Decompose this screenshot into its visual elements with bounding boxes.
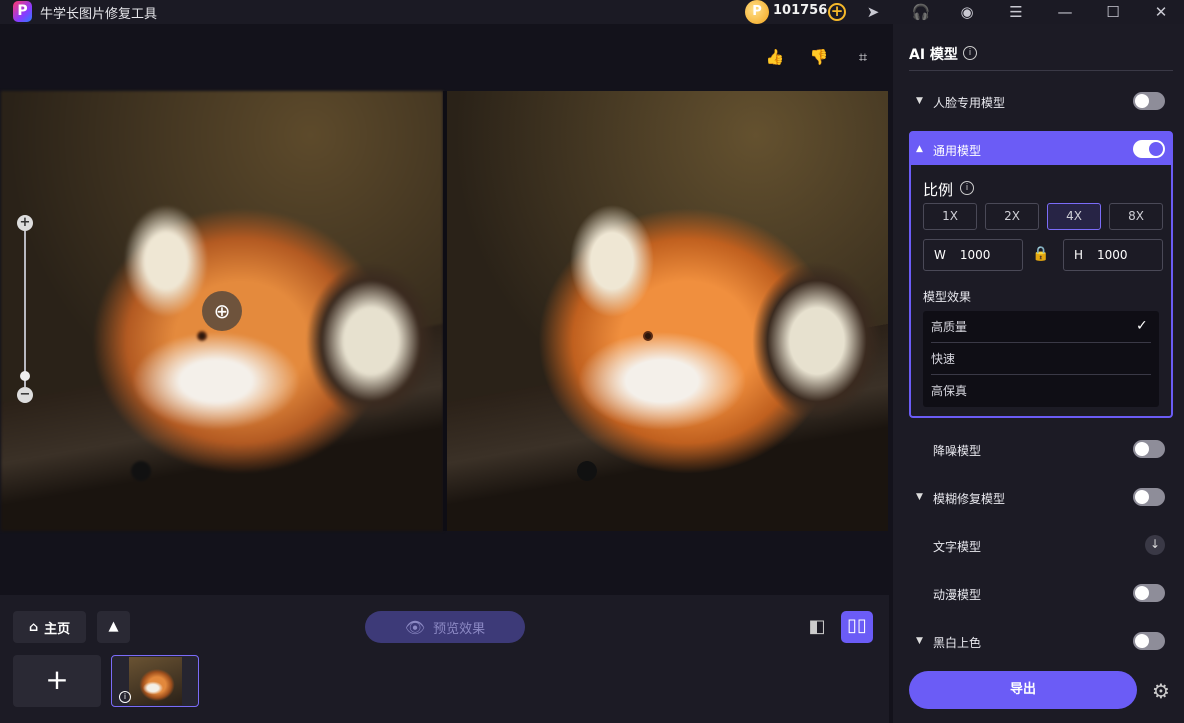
thumbnail-image <box>129 657 182 705</box>
headset-support-icon[interactable]: 🎧 <box>910 2 932 22</box>
scale-4x-button[interactable]: 4X <box>1047 203 1101 230</box>
width-label: W <box>934 248 946 262</box>
effect-label: 模型效果 <box>923 290 972 304</box>
effect-option-high-fidelity[interactable]: 高保真 <box>931 375 1151 407</box>
zoom-in-button[interactable]: + <box>17 215 33 231</box>
anime-model-label: 动漫模型 <box>933 588 982 602</box>
menu-icon[interactable]: ☰ <box>1005 2 1027 22</box>
zoom-knob[interactable] <box>20 371 30 381</box>
zoom-track[interactable] <box>24 231 26 387</box>
scale-1x-button[interactable]: 1X <box>923 203 977 230</box>
export-button[interactable]: 导出 <box>909 671 1137 709</box>
image-thumbnail[interactable]: i <box>111 655 199 707</box>
anime-model-toggle[interactable] <box>1133 584 1165 602</box>
colorize-label: 黑白上色 <box>933 636 982 650</box>
download-icon[interactable]: ↓ <box>1145 535 1165 555</box>
scale-2x-button[interactable]: 2X <box>985 203 1039 230</box>
enhanced-image[interactable] <box>447 91 888 531</box>
height-value: 1000 <box>1097 248 1128 262</box>
eye-mark <box>643 331 653 341</box>
lock-icon[interactable]: 🔒 <box>1032 246 1049 262</box>
crop-icon[interactable]: ⌗ <box>853 47 873 67</box>
scale-label: 比例 <box>923 181 954 199</box>
thumbs-up-icon[interactable]: 👍 <box>765 47 785 67</box>
colorize-toggle[interactable] <box>1133 632 1165 650</box>
face-model-toggle[interactable] <box>1133 92 1165 110</box>
preview-button[interactable]: 👁 预览效果 <box>365 611 525 643</box>
eye-icon: 👁 <box>404 617 426 637</box>
expand-up-button[interactable]: ▲ <box>97 611 130 643</box>
side-by-side-view-button[interactable]: ▯▯ <box>841 611 873 643</box>
caret-down-icon[interactable]: ▼ <box>916 492 923 502</box>
eye-mark <box>197 331 207 341</box>
effect-option-fast[interactable]: 快速 <box>931 343 1151 375</box>
divider <box>909 70 1173 71</box>
width-value: 1000 <box>959 248 991 262</box>
effect-list: 高质量 快速 高保真 <box>923 311 1159 407</box>
panel-title: AI 模型 <box>909 47 958 63</box>
scale-8x-button[interactable]: 8X <box>1109 203 1163 230</box>
caret-down-icon[interactable]: ▼ <box>916 96 923 106</box>
coin-icon: P <box>745 0 769 24</box>
zoom-slider[interactable]: + − <box>17 215 33 405</box>
check-icon: ✓ <box>1136 318 1148 334</box>
deblur-model-toggle[interactable] <box>1133 488 1165 506</box>
width-field[interactable]: W 1000 <box>923 239 1023 271</box>
maximize-icon[interactable]: ☐ <box>1102 2 1124 22</box>
deblur-model-label: 模糊修复模型 <box>933 492 1006 506</box>
height-field[interactable]: H 1000 <box>1063 239 1163 271</box>
user-account-icon[interactable]: ◉ <box>956 2 978 22</box>
info-icon[interactable]: i <box>119 691 131 703</box>
minimize-icon[interactable]: — <box>1054 2 1076 22</box>
zoom-in-icon[interactable]: ⊕ <box>202 291 242 331</box>
home-icon: ⌂ <box>28 619 39 635</box>
coin-balance: 101756 <box>773 3 828 18</box>
gear-icon[interactable]: ⚙ <box>1149 679 1173 703</box>
app-logo-icon: P <box>13 1 32 22</box>
general-model-label: 通用模型 <box>933 144 982 158</box>
app-title: 牛学长图片修复工具 <box>40 7 158 22</box>
text-model-label: 文字模型 <box>933 540 982 554</box>
thumbs-down-icon[interactable]: 👎 <box>809 47 829 67</box>
effect-option-high-quality[interactable]: 高质量 <box>931 311 1151 343</box>
split-view-icon[interactable]: ◧ <box>806 615 828 639</box>
home-button[interactable]: ⌂ 主页 <box>13 611 86 643</box>
height-label: H <box>1074 248 1084 262</box>
zoom-out-button[interactable]: − <box>17 387 33 403</box>
caret-up-icon[interactable]: ▲ <box>916 144 923 154</box>
home-label: 主页 <box>44 621 71 637</box>
denoise-model-toggle[interactable] <box>1133 440 1165 458</box>
send-icon[interactable]: ➤ <box>862 2 884 22</box>
add-image-button[interactable]: + <box>13 655 101 707</box>
info-icon[interactable]: i <box>963 46 977 60</box>
caret-down-icon[interactable]: ▼ <box>916 636 923 646</box>
info-icon[interactable]: i <box>960 181 974 195</box>
close-icon[interactable]: ✕ <box>1150 2 1172 22</box>
general-model-toggle[interactable] <box>1133 140 1165 158</box>
face-model-label: 人脸专用模型 <box>933 96 1006 110</box>
denoise-model-label: 降噪模型 <box>933 444 982 458</box>
preview-label: 预览效果 <box>433 621 486 637</box>
add-coins-button[interactable]: + <box>828 3 846 21</box>
